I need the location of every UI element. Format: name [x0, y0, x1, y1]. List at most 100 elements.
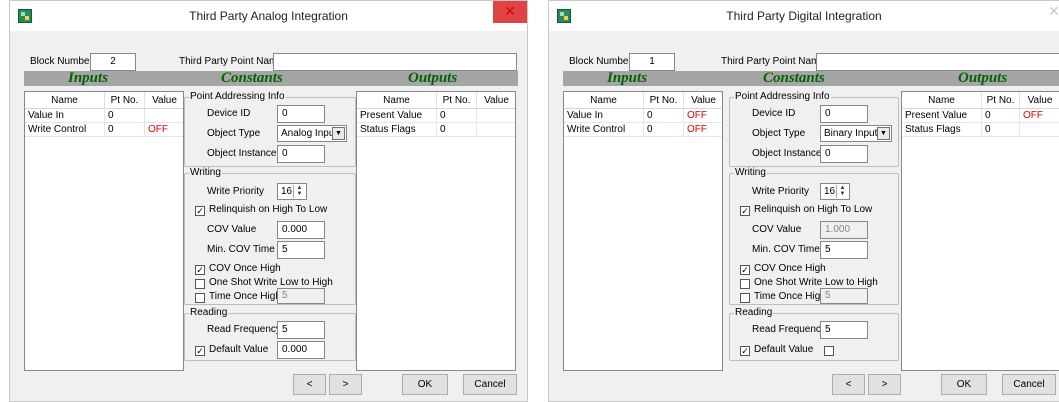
table-cell[interactable]: Write Control	[25, 123, 105, 137]
default-value-checkbox[interactable]: ✓	[195, 346, 205, 356]
table-cell[interactable]	[1020, 123, 1059, 137]
point-name-field[interactable]	[816, 53, 1059, 71]
inputs-table[interactable]: Name Pt No. Value Value In 0 Write Contr…	[24, 91, 184, 371]
time-once-high-checkbox[interactable]	[740, 293, 750, 303]
table-cell[interactable]: Write Control	[564, 123, 644, 137]
table-cell[interactable]: 0	[105, 123, 145, 137]
block-number-label: Block Number:	[30, 56, 96, 67]
column-header[interactable]: Pt No.	[437, 92, 477, 109]
table-cell[interactable]	[145, 109, 183, 123]
table-cell[interactable]: OFF	[145, 123, 183, 137]
group-legend: Reading	[734, 307, 774, 319]
close-button[interactable]: ✕	[493, 1, 527, 23]
table-cell[interactable]: Present Value	[902, 109, 982, 123]
default-value-field[interactable]: 0.000	[277, 341, 325, 359]
default-value-label: Default Value	[754, 344, 814, 355]
object-type-select[interactable]: Binary Input ▼	[820, 125, 892, 142]
write-priority-stepper[interactable]: 16 ▲ ▼	[820, 183, 850, 200]
default-value-state-checkbox[interactable]	[824, 346, 834, 356]
table-cell[interactable]: Status Flags	[902, 123, 982, 137]
point-name-field[interactable]	[273, 53, 517, 71]
table-cell[interactable]: OFF	[1020, 109, 1059, 123]
table-cell[interactable]: Present Value	[357, 109, 437, 123]
table-cell[interactable]: 0	[644, 109, 684, 123]
min-cov-time-field[interactable]: 5	[277, 241, 325, 259]
table-cell[interactable]: Value In	[25, 109, 105, 123]
column-header[interactable]: Value	[684, 92, 722, 109]
ok-button[interactable]: OK	[941, 374, 987, 395]
table-cell[interactable]	[477, 109, 515, 123]
close-icon: ✕	[1048, 3, 1059, 19]
one-shot-checkbox[interactable]	[195, 279, 205, 289]
table-cell[interactable]: OFF	[684, 109, 722, 123]
spin-icon[interactable]: ▲ ▼	[836, 185, 848, 198]
spin-icon[interactable]: ▲ ▼	[293, 185, 305, 198]
next-button[interactable]: >	[868, 374, 901, 395]
object-type-select[interactable]: Analog Input ▼	[277, 125, 347, 142]
cov-once-high-checkbox[interactable]: ✓	[195, 265, 205, 275]
table-cell[interactable]: Status Flags	[357, 123, 437, 137]
prev-button[interactable]: <	[293, 374, 326, 395]
prev-button[interactable]: <	[832, 374, 865, 395]
device-id-field[interactable]: 0	[277, 105, 325, 123]
column-header[interactable]: Value	[145, 92, 183, 109]
min-cov-time-field[interactable]: 5	[820, 241, 868, 259]
column-header[interactable]: Value	[477, 92, 515, 109]
default-value-checkbox[interactable]: ✓	[740, 346, 750, 356]
column-header[interactable]: Name	[564, 92, 644, 109]
inputs-heading: Inputs	[607, 70, 648, 86]
table-cell[interactable]: 0	[437, 123, 477, 137]
writing-group: Writing Write Priority 16 ▲ ▼ ✓ Relinquis…	[184, 167, 356, 305]
digital-integration-window: Third Party Digital Integration ✕ Block …	[548, 0, 1059, 402]
cov-once-high-label: COV Once High	[754, 263, 826, 274]
column-header[interactable]: Name	[357, 92, 437, 109]
group-legend: Point Addressing Info	[189, 91, 286, 103]
column-header[interactable]: Name	[902, 92, 982, 109]
inputs-table[interactable]: Name Pt No. Value Value In 0 OFF Write C…	[563, 91, 723, 371]
checkmark-icon: ✓	[196, 265, 204, 275]
one-shot-checkbox[interactable]	[740, 279, 750, 289]
write-priority-stepper[interactable]: 16 ▲ ▼	[277, 183, 307, 200]
column-header[interactable]: Name	[25, 92, 105, 109]
cov-value-label: COV Value	[207, 224, 257, 235]
device-id-label: Device ID	[207, 108, 251, 119]
cov-once-high-checkbox[interactable]: ✓	[740, 265, 750, 275]
time-once-high-field: 5	[277, 288, 325, 304]
table-cell[interactable]: Value In	[564, 109, 644, 123]
section-band: Inputs Constants Outputs	[24, 71, 518, 86]
cov-value-field[interactable]: 0.000	[277, 221, 325, 239]
chevron-down-icon[interactable]: ▼	[332, 127, 345, 140]
table-cell[interactable]	[477, 123, 515, 137]
analog-integration-window: Third Party Analog Integration ✕ Block N…	[9, 0, 528, 402]
cancel-button[interactable]: Cancel	[463, 374, 517, 395]
column-header[interactable]: Pt No.	[105, 92, 145, 109]
table-cell[interactable]: 0	[644, 123, 684, 137]
time-once-high-checkbox[interactable]	[195, 293, 205, 303]
object-instance-field[interactable]: 0	[277, 145, 325, 163]
table-cell[interactable]: 0	[982, 123, 1020, 137]
relinquish-label: Relinquish on High To Low	[754, 204, 873, 215]
outputs-table[interactable]: Name Pt No. Value Present Value 0 OFF St…	[901, 91, 1059, 371]
checkmark-icon: ✓	[741, 206, 749, 216]
read-frequency-field[interactable]: 5	[820, 321, 868, 339]
cov-value-field: 1.000	[820, 221, 868, 239]
column-header[interactable]: Pt No.	[982, 92, 1020, 109]
ok-button[interactable]: OK	[402, 374, 448, 395]
relinquish-checkbox[interactable]: ✓	[740, 206, 750, 216]
chevron-down-icon[interactable]: ▼	[877, 127, 890, 140]
column-header[interactable]: Pt No.	[644, 92, 684, 109]
next-button[interactable]: >	[329, 374, 362, 395]
outputs-table[interactable]: Name Pt No. Value Present Value 0 Status…	[356, 91, 516, 371]
table-cell[interactable]: 0	[982, 109, 1020, 123]
cancel-button[interactable]: Cancel	[1002, 374, 1056, 395]
checkmark-icon: ✓	[741, 346, 749, 356]
table-cell[interactable]: 0	[105, 109, 145, 123]
table-cell[interactable]: OFF	[684, 123, 722, 137]
close-button[interactable]: ✕	[1037, 1, 1059, 23]
column-header[interactable]: Value	[1020, 92, 1059, 109]
relinquish-checkbox[interactable]: ✓	[195, 206, 205, 216]
table-cell[interactable]: 0	[437, 109, 477, 123]
read-frequency-field[interactable]: 5	[277, 321, 325, 339]
object-instance-field[interactable]: 0	[820, 145, 868, 163]
device-id-field[interactable]: 0	[820, 105, 868, 123]
